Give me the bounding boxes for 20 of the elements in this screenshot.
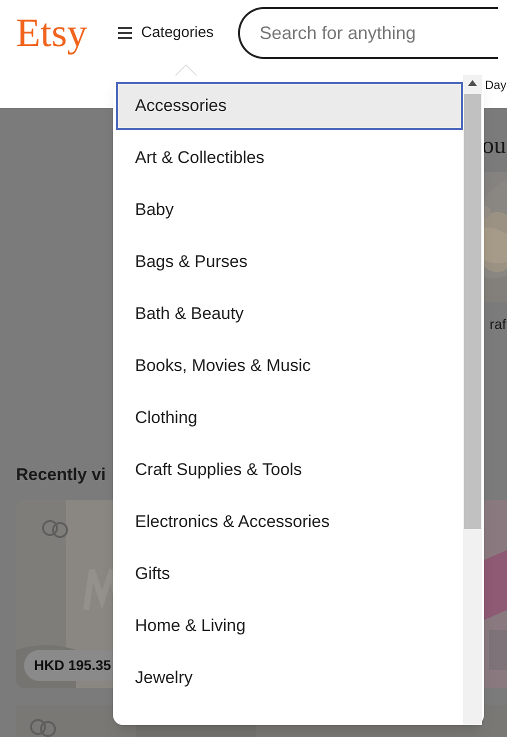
category-option[interactable]: Accessories xyxy=(116,82,463,130)
scrollbar[interactable] xyxy=(463,75,482,725)
category-option[interactable]: Bags & Purses xyxy=(116,238,463,286)
category-option[interactable]: Craft Supplies & Tools xyxy=(116,446,463,494)
category-option[interactable]: Books, Movies & Music xyxy=(116,342,463,390)
category-option[interactable]: Electronics & Accessories xyxy=(116,498,463,546)
category-label[interactable]: raf xyxy=(490,314,507,335)
search-field[interactable]: Search for anything xyxy=(238,7,498,59)
menu-icon xyxy=(117,26,134,40)
scroll-up-icon[interactable] xyxy=(468,80,477,86)
scrollbar-thumb[interactable] xyxy=(464,94,481,529)
category-option[interactable]: Clothing xyxy=(116,394,463,442)
section-title: Recently vi xyxy=(16,464,106,486)
category-option[interactable]: Bath & Beauty xyxy=(116,290,463,338)
category-option[interactable]: Art & Collectibles xyxy=(116,134,463,182)
category-option[interactable]: Home & Living xyxy=(116,602,463,650)
categories-button[interactable]: Categories xyxy=(117,22,214,44)
category-option[interactable]: Gifts xyxy=(116,550,463,598)
nav-link[interactable]: Day xyxy=(485,76,506,94)
category-option[interactable]: Baby xyxy=(116,186,463,234)
